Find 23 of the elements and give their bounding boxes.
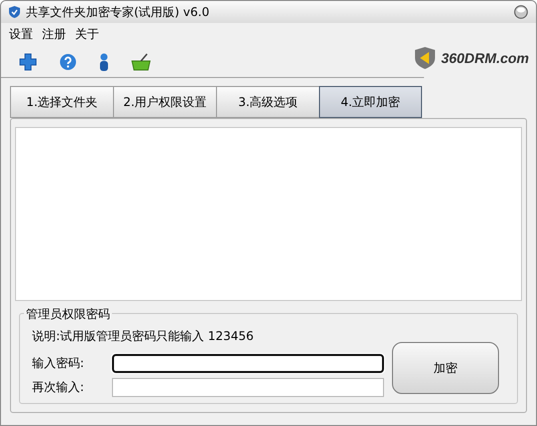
field-label: 再次输入: bbox=[32, 379, 86, 396]
menu-item[interactable]: 关于 bbox=[75, 26, 99, 40]
shield-logo-icon bbox=[415, 47, 436, 69]
encrypt-button[interactable]: 加密 bbox=[392, 342, 499, 394]
tab[interactable]: 3.高级选项 bbox=[216, 86, 319, 118]
field-label: 输入密码: bbox=[32, 355, 86, 372]
group-title: 管理员权限密码 bbox=[24, 306, 112, 323]
password-field[interactable] bbox=[112, 354, 384, 373]
help-icon[interactable] bbox=[59, 53, 77, 71]
password-field[interactable] bbox=[112, 378, 384, 397]
window-title: 共享文件夹加密专家(试用版) v6.0 bbox=[26, 4, 210, 20]
note-text: 说明:试用版管理员密码只能输入 123456 bbox=[32, 328, 255, 345]
menu-item[interactable]: 设置 bbox=[9, 26, 33, 40]
shield-icon bbox=[9, 6, 20, 18]
tab[interactable]: 4.立即加密 bbox=[319, 86, 422, 118]
brand-logo[interactable]: 360DRM.com bbox=[441, 50, 529, 66]
menu-item[interactable]: 注册 bbox=[42, 26, 66, 40]
plus-icon[interactable] bbox=[19, 53, 37, 71]
person-icon[interactable] bbox=[99, 53, 109, 71]
tab[interactable]: 2.用户权限设置 bbox=[113, 86, 216, 118]
window-orb-icon[interactable] bbox=[514, 5, 528, 19]
basket-icon[interactable] bbox=[131, 53, 151, 71]
tab[interactable]: 1.选择文件夹 bbox=[10, 86, 113, 118]
